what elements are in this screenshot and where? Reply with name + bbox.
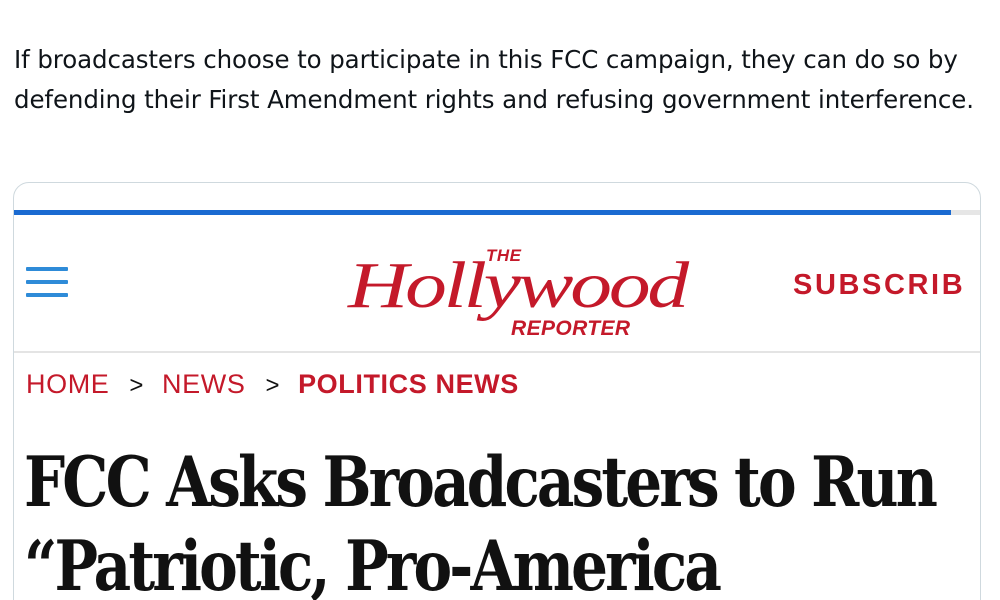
headline-line-2: “Patriotic, Pro-America (24, 526, 722, 600)
breadcrumb-politics-news[interactable]: POLITICS NEWS (298, 369, 519, 399)
logo-reporter: REPORTER (511, 317, 631, 340)
breadcrumb-home[interactable]: HOME (26, 369, 109, 399)
breadcrumb-news[interactable]: NEWS (162, 369, 245, 399)
logo-hollywood: Hollywood (347, 249, 691, 322)
site-header: THE Hollywood REPORTER SUBSCRIB (14, 215, 980, 353)
hamburger-menu-icon[interactable] (26, 265, 68, 299)
breadcrumb-separator: > (129, 372, 145, 399)
article-headline[interactable]: FCC Asks Broadcasters to Run “Patriotic,… (24, 441, 938, 600)
hollywood-reporter-logo[interactable]: THE Hollywood REPORTER (345, 235, 695, 345)
link-preview-card[interactable]: THE Hollywood REPORTER SUBSCRIB HOME > NEW… (13, 182, 981, 600)
breadcrumb-separator: > (265, 372, 281, 399)
article-screenshot: THE Hollywood REPORTER SUBSCRIB HOME > NEW… (14, 183, 980, 600)
headline-line-1: FCC Asks Broadcasters to Run (24, 442, 938, 523)
tweet-text: If broadcasters choose to participate in… (14, 45, 974, 114)
breadcrumb: HOME > NEWS > POLITICS NEWS (26, 369, 519, 400)
subscribe-button[interactable]: SUBSCRIB (793, 269, 965, 302)
